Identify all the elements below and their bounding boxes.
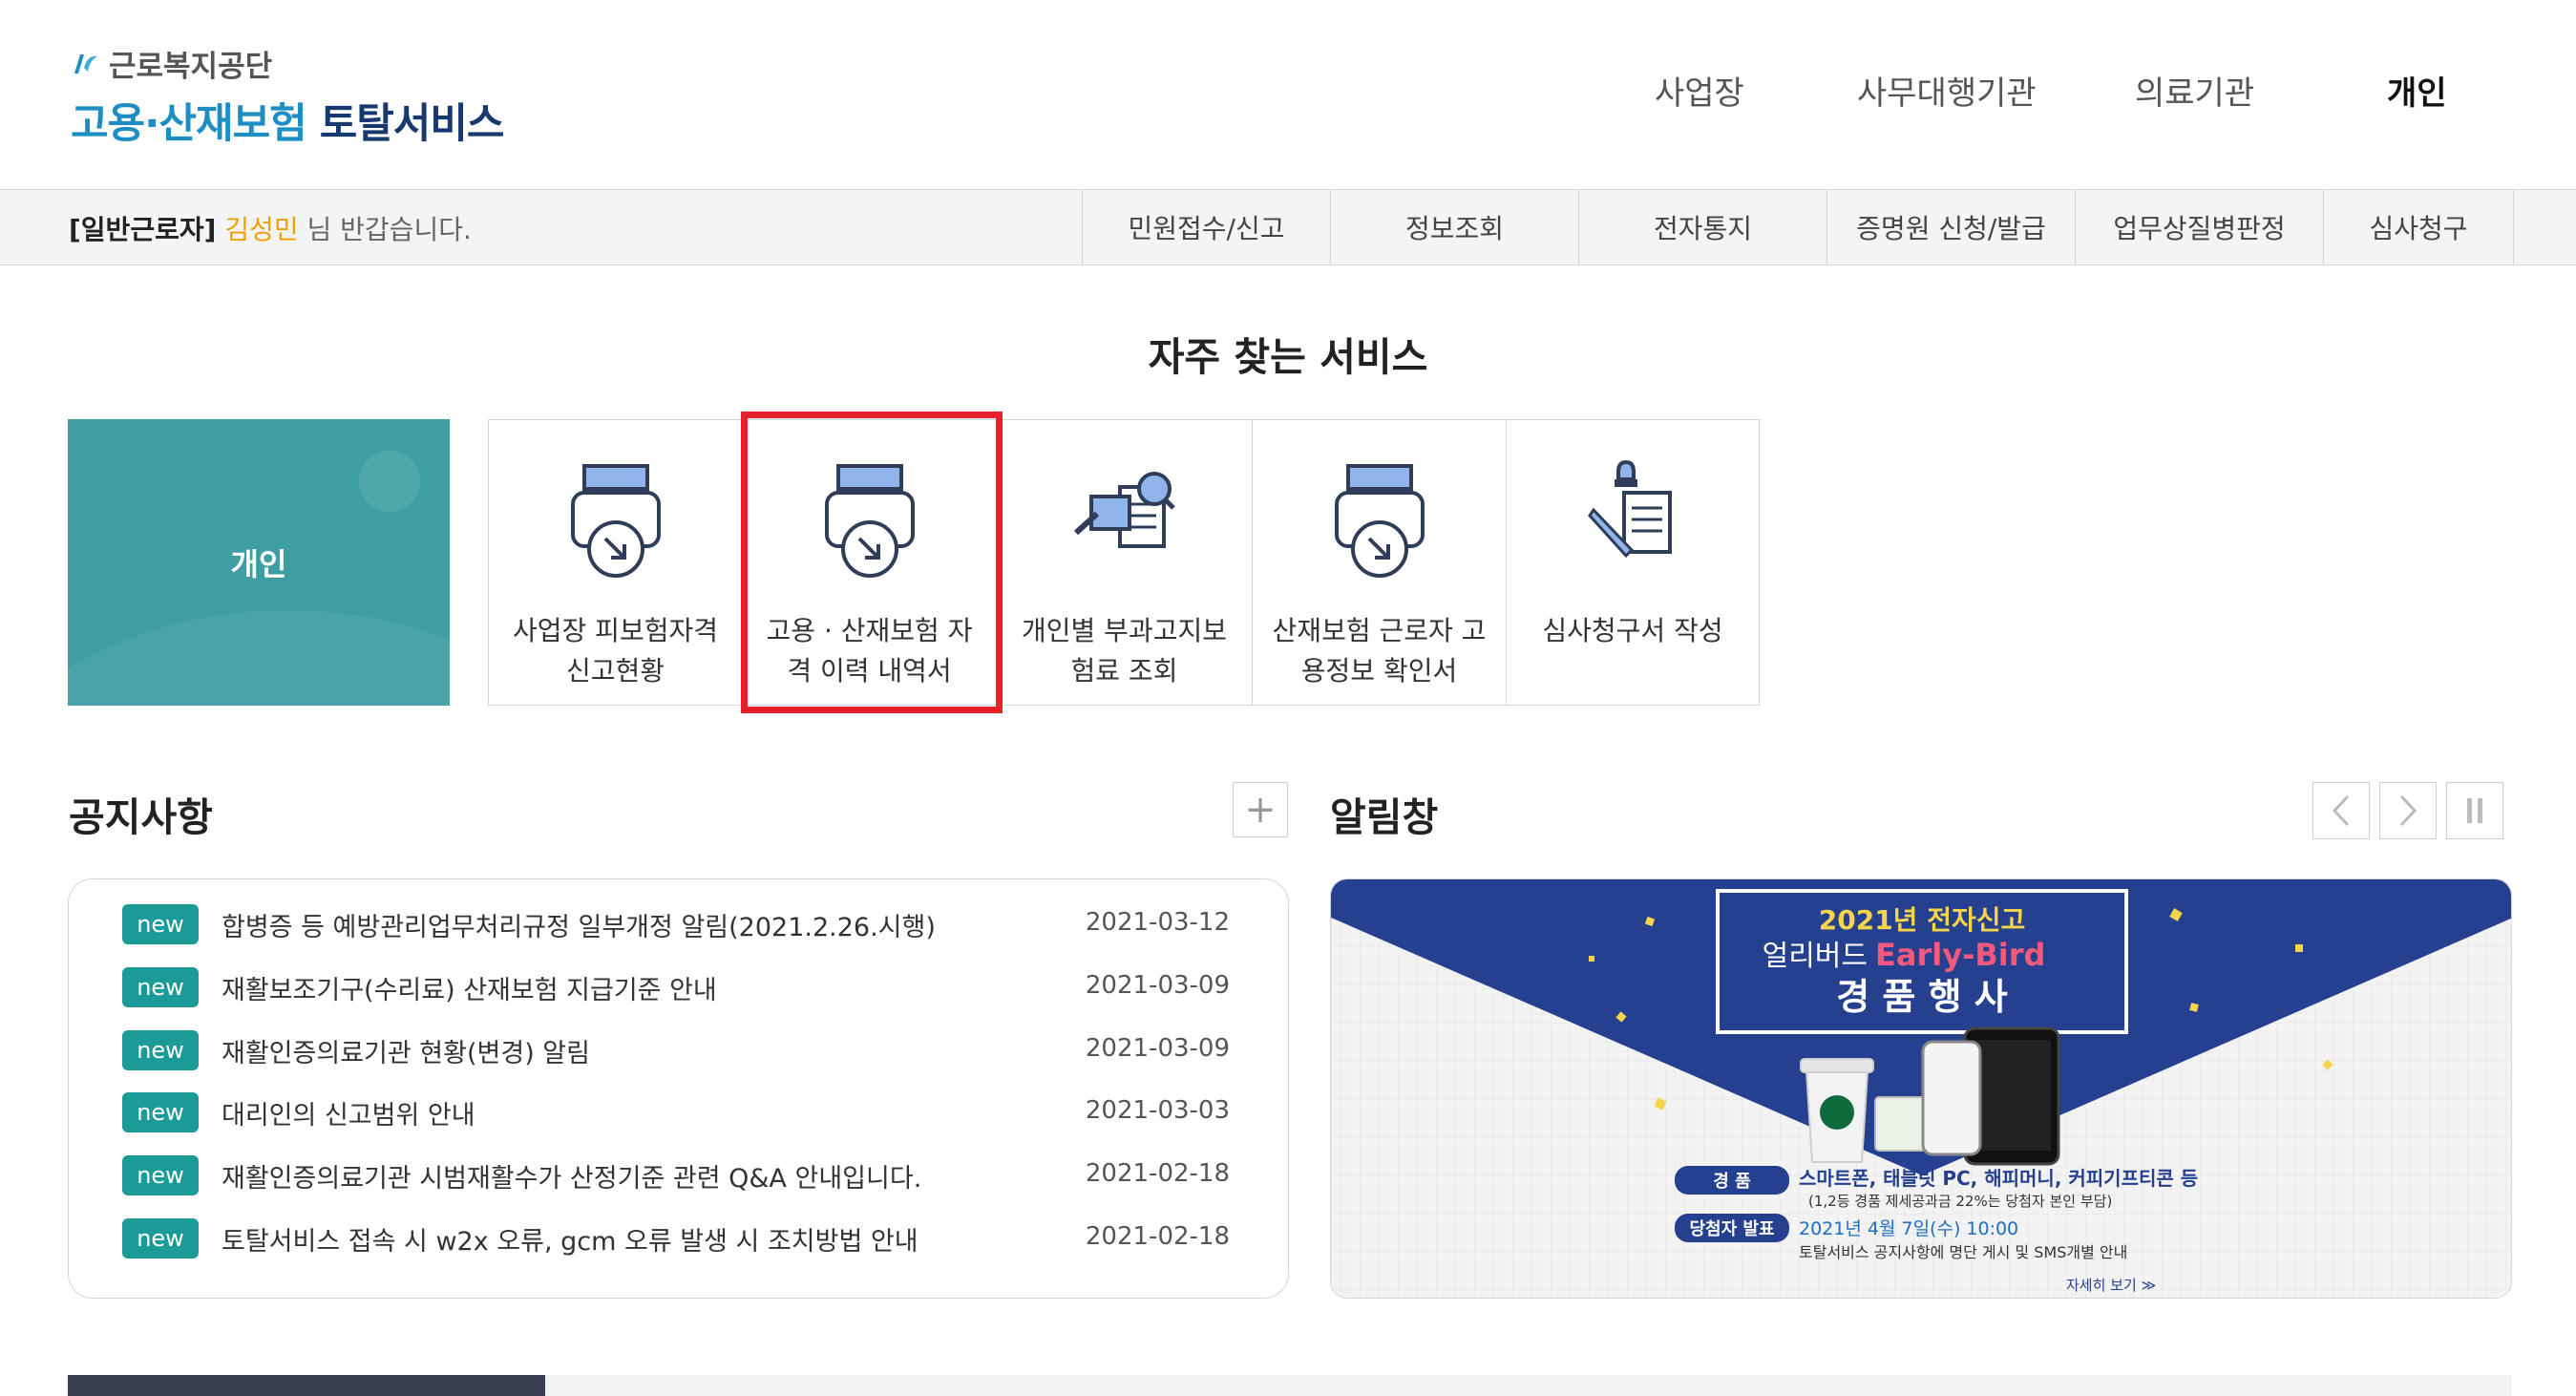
category-personal[interactable]: 개인 — [68, 419, 450, 706]
notice-item-title[interactable]: 재활인증의료기관 시범재활수가 산정기준 관련 Q&A 안내입니다. — [222, 1157, 921, 1195]
notice-item[interactable]: new 재활보조기구(수리료) 산재보험 지급기준 안내 2021-03-09 — [122, 965, 1230, 1009]
notice-more-button[interactable]: + — [1233, 782, 1288, 837]
top-nav-personal[interactable]: 개인 — [2387, 67, 2447, 114]
banner-winner-label: 당첨자 발표 — [1689, 1219, 1774, 1239]
top-nav-workplace[interactable]: 사업장 — [1655, 67, 1744, 114]
sub-nav-appeal[interactable]: 심사청구 — [2323, 190, 2514, 264]
banner-more-link: 자세히 보기 ≫ — [2066, 1277, 2156, 1294]
top-nav-agency[interactable]: 사무대행기관 — [1857, 67, 2037, 114]
banner-winner-note: 토탈서비스 공지사항에 명단 게시 및 SMS개별 안내 — [1799, 1243, 2127, 1261]
notice-item-date: 2021-03-12 — [1085, 908, 1230, 937]
footer-tab-light — [545, 1375, 2512, 1396]
notice-item-title[interactable]: 재활보조기구(수리료) 산재보험 지급기준 안내 — [222, 969, 717, 1006]
alert-title: 알림창 — [1330, 794, 1439, 840]
banner-headline3: 경 품 행 사 — [1836, 976, 2008, 1018]
frequent-services-title: 자주 찾는 서비스 — [1148, 334, 1428, 380]
notice-item-date: 2021-02-18 — [1085, 1222, 1230, 1251]
notice-item[interactable]: new 재활인증의료기관 시범재활수가 산정기준 관련 Q&A 안내입니다. 2… — [122, 1153, 1230, 1197]
notice-item-title[interactable]: 토탈서비스 접속 시 w2x 오류, gcm 오류 발생 시 조치방법 안내 — [222, 1220, 918, 1258]
sub-nav-certificate[interactable]: 증명원 신청/발급 — [1826, 190, 2075, 264]
service-workplace-insured-status[interactable]: 사업장 피보험자격 신고현황 — [489, 420, 743, 705]
pause-icon — [2467, 798, 2482, 823]
greeting: [일반근로자] 김성민 님 반갑습니다. — [69, 209, 472, 247]
notice-item[interactable]: new 합병증 등 예방관리업무처리규정 일부개정 알림(2021.2.26.시… — [122, 902, 1230, 946]
notice-item-date: 2021-02-18 — [1085, 1159, 1230, 1188]
sub-nav-disease[interactable]: 업무상질병판정 — [2075, 190, 2323, 264]
notice-item[interactable]: new 재활인증의료기관 현황(변경) 알림 2021-03-09 — [122, 1028, 1230, 1072]
banner-headline2a: 얼리버드 — [1763, 940, 1868, 973]
category-personal-label: 개인 — [230, 546, 287, 582]
alert-banner[interactable]: 2021년 전자신고 얼리버드 Early-Bird 경 품 행 사 경 품 스… — [1330, 878, 2512, 1299]
printer-download-icon — [824, 464, 915, 578]
service-label: 개인별 부과고지보험료 조회 — [1022, 615, 1227, 687]
banner-winner-date: 2021년 4월 7일(수) 10:00 — [1799, 1218, 2018, 1239]
sub-nav-civil[interactable]: 민원접수/신고 — [1082, 190, 1330, 264]
service-insurance-history[interactable]: 고용 · 산재보험 자격 이력 내역서 — [743, 420, 997, 705]
chevron-left-icon — [2332, 794, 2350, 827]
top-nav: 사업장 사무대행기관 의료기관 개인 — [0, 67, 2576, 124]
document-search-icon — [1073, 472, 1175, 548]
service-employment-info-confirm[interactable]: 산재보험 근로자 고용정보 확인서 — [1253, 420, 1507, 705]
new-badge: new — [122, 967, 199, 1007]
sub-nav-info[interactable]: 정보조회 — [1330, 190, 1578, 264]
service-label: 심사청구서 작성 — [1542, 615, 1723, 646]
notice-item[interactable]: new 토탈서비스 접속 시 w2x 오류, gcm 오류 발생 시 조치방법 … — [122, 1216, 1230, 1260]
alert-next-button[interactable] — [2379, 782, 2437, 839]
service-appeal-write[interactable]: 심사청구서 작성 — [1507, 420, 1759, 705]
notice-item-date: 2021-03-03 — [1085, 1096, 1230, 1125]
banner-headline1: 2021년 전자신고 — [1819, 904, 2025, 936]
new-badge: new — [122, 1092, 199, 1132]
greeting-suffix: 님 반갑습니다. — [306, 214, 472, 245]
alert-prev-button[interactable] — [2312, 782, 2370, 839]
footer-tab-dark — [68, 1375, 545, 1396]
services-grid: 사업장 피보험자격 신고현황 고용 · 산재보험 자격 이력 내역서 개인별 부… — [488, 419, 1760, 706]
notice-item[interactable]: new 대리인의 신고범위 안내 2021-03-03 — [122, 1090, 1230, 1134]
banner-prize-label: 경 품 — [1713, 1172, 1750, 1192]
sub-bar: [일반근로자] 김성민 님 반갑습니다. 민원접수/신고 정보조회 전자통지 증… — [0, 189, 2576, 265]
banner-prize-text: 스마트폰, 태블릿 PC, 해피머니, 커피기프티콘 등 — [1799, 1167, 2198, 1190]
chevron-right-icon — [2399, 794, 2418, 827]
service-label: 사업장 피보험자격 신고현황 — [513, 615, 718, 687]
alert-pause-button[interactable] — [2446, 782, 2503, 839]
notice-item-title[interactable]: 합병증 등 예방관리업무처리규정 일부개정 알림(2021.2.26.시행) — [222, 906, 936, 943]
top-nav-medical[interactable]: 의료기관 — [2135, 67, 2254, 114]
banner-prize-note: (1,2등 경품 제세공과금 22%는 당첨자 본인 부담) — [1808, 1193, 2112, 1210]
document-pen-icon — [1588, 459, 1672, 559]
new-badge: new — [122, 1218, 199, 1259]
notice-item-date: 2021-03-09 — [1085, 1034, 1230, 1063]
new-badge: new — [122, 1155, 199, 1195]
new-badge: new — [122, 1030, 199, 1070]
sub-nav-enotice[interactable]: 전자통지 — [1578, 190, 1826, 264]
service-label: 고용 · 산재보험 자격 이력 내역서 — [766, 615, 973, 687]
user-role: [일반근로자] — [69, 214, 217, 245]
header: 근로복지공단 고용·산재보험 토탈서비스 사업장 사무대행기관 의료기관 개인 — [0, 0, 2576, 189]
notice-item-title[interactable]: 재활인증의료기관 현황(변경) 알림 — [222, 1032, 590, 1069]
banner-headline2b: Early-Bird — [1875, 937, 2045, 973]
notice-item-date: 2021-03-09 — [1085, 971, 1230, 1000]
printer-download-icon — [1334, 464, 1425, 578]
new-badge: new — [122, 904, 199, 944]
notice-list: new 합병증 등 예방관리업무처리규정 일부개정 알림(2021.2.26.시… — [68, 878, 1289, 1299]
user-name: 김성민 — [224, 214, 299, 245]
service-label: 산재보험 근로자 고용정보 확인서 — [1272, 615, 1487, 687]
printer-download-icon — [570, 464, 661, 578]
early-bird-banner-image: 2021년 전자신고 얼리버드 Early-Bird 경 품 행 사 경 품 스… — [1331, 879, 2511, 1298]
notice-title: 공지사항 — [69, 794, 213, 840]
service-premium-inquiry[interactable]: 개인별 부과고지보험료 조회 — [997, 420, 1253, 705]
notice-item-title[interactable]: 대리인의 신고범위 안내 — [222, 1094, 475, 1132]
